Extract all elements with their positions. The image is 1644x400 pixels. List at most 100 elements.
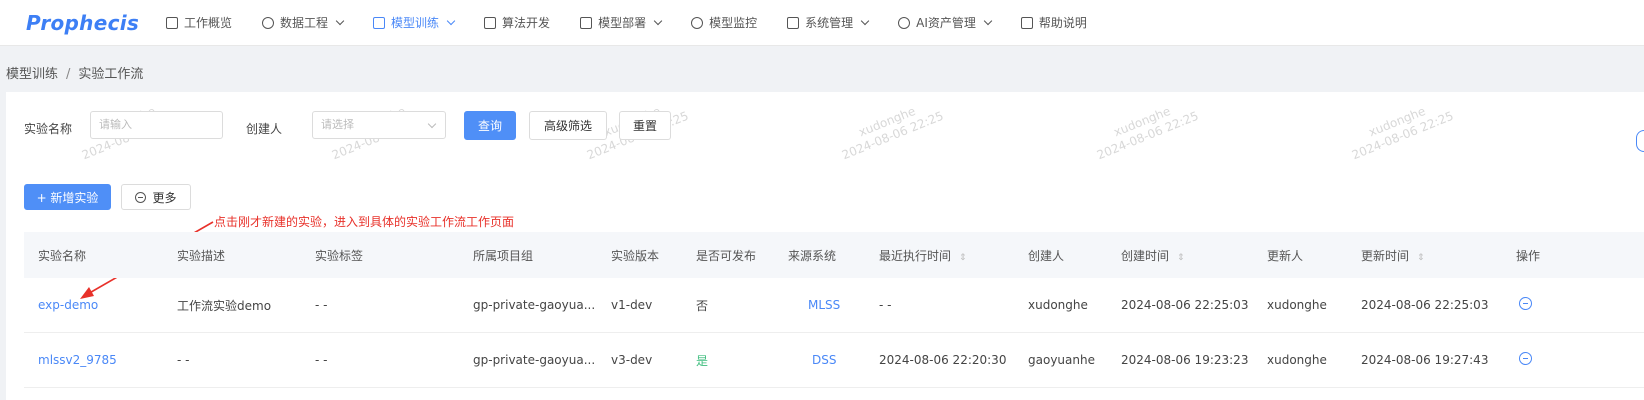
table-row: mlssv2_9785 - - - - gp-private-gaoyua...… (24, 333, 1644, 388)
nav-item-label: 算法开发 (502, 16, 551, 30)
header-source-system: 来源系统 (788, 248, 837, 263)
table-row: exp-demo 工作流实验demo - - gp-private-gaoyua… (24, 278, 1644, 333)
data-icon (262, 16, 275, 29)
sort-icon[interactable]: ⇕ (959, 253, 967, 263)
query-button[interactable]: 查询 (464, 111, 516, 140)
nav-item-data-engineering[interactable]: 数据工程 (247, 0, 358, 46)
app-logo[interactable]: Prophecis (26, 11, 151, 35)
nav-item-monitor[interactable]: 模型监控 (676, 0, 772, 46)
header-version: 实验版本 (611, 248, 660, 263)
add-experiment-button[interactable]: + 新增实验 (24, 184, 111, 210)
nav-item-model-training[interactable]: 模型训练 (358, 0, 469, 46)
cell-creator: gaoyuanhe (1028, 353, 1095, 367)
cell-publishable: 否 (696, 298, 709, 313)
cell-version: v3-dev (611, 353, 653, 367)
header-publishable: 是否可发布 (696, 248, 757, 263)
experiment-name-link[interactable]: mlssv2_9785 (38, 353, 117, 367)
cell-description: - - (177, 353, 190, 367)
header-last-run[interactable]: 最近执行时间 ⇕ (879, 247, 967, 264)
cell-description: 工作流实验demo (177, 298, 272, 313)
row-more-icon[interactable] (1519, 352, 1532, 368)
cell-version: v1-dev (611, 298, 653, 312)
cell-project-group: gp-private-gaoyua... (473, 298, 596, 312)
header-experiment-name: 实验名称 (38, 248, 87, 263)
chevron-down-icon (335, 16, 345, 25)
nav-item-help[interactable]: 帮助说明 (1006, 0, 1102, 46)
nav-item-ai-assets[interactable]: AI资产管理 (883, 0, 1006, 46)
nav-item-deploy[interactable]: 模型部署 (565, 0, 676, 46)
header-actions: 操作 (1516, 248, 1541, 263)
nav-item-label: 模型监控 (709, 16, 758, 30)
side-float-button[interactable] (1636, 130, 1644, 152)
cell-source-system: DSS (812, 353, 837, 367)
asset-icon (898, 16, 911, 29)
experiment-name-label: 实验名称 (24, 122, 73, 136)
nav-item-algorithm[interactable]: 算法开发 (469, 0, 565, 46)
nav-item-label: 数据工程 (280, 16, 329, 30)
more-button-label: 更多 (152, 190, 177, 205)
system-icon (787, 16, 800, 29)
row-more-icon[interactable] (1519, 297, 1532, 313)
header-creator: 创建人 (1028, 248, 1065, 263)
overview-icon (166, 16, 178, 29)
annotation-text: 点击刚才新建的实验，进入到具体的实验工作流工作页面 (214, 215, 515, 229)
breadcrumb: 模型训练 / 实验工作流 (6, 63, 143, 82)
nav-item-label: 模型部署 (598, 16, 647, 30)
experiment-table: 实验名称 实验描述 实验标签 所属项目组 实验版本 是否可发布 来源系统 最近执… (24, 232, 1644, 388)
nav-item-overview[interactable]: 工作概览 (151, 0, 247, 46)
chevron-down-icon (653, 16, 663, 25)
header-tags: 实验标签 (315, 248, 364, 263)
watermark: xudonghe2024-08-06 22:25 (839, 103, 946, 163)
cell-updater: xudonghe (1267, 298, 1327, 312)
deploy-icon (580, 16, 593, 29)
watermark: xudonghe2024-08-06 22:25 (1349, 103, 1456, 163)
table-header: 实验名称 实验描述 实验标签 所属项目组 实验版本 是否可发布 来源系统 最近执… (24, 232, 1644, 278)
nav-item-label: 系统管理 (805, 16, 854, 30)
chevron-down-icon (860, 16, 870, 25)
more-icon (135, 191, 147, 203)
chevron-down-icon (446, 16, 456, 25)
cell-project-group: gp-private-gaoyua... (473, 353, 596, 367)
help-icon (1020, 16, 1033, 29)
chevron-down-icon (427, 119, 437, 129)
creator-select-placeholder: 请选择 (321, 118, 354, 131)
cell-last-run: 2024-08-06 22:20:30 (879, 353, 1007, 367)
header-project-group: 所属项目组 (473, 248, 534, 263)
sort-icon[interactable]: ⇕ (1177, 253, 1185, 263)
nav-item-system[interactable]: 系统管理 (772, 0, 883, 46)
cell-tags: - - (315, 353, 328, 367)
monitor-icon (691, 16, 704, 29)
nav-item-label: 帮助说明 (1038, 16, 1087, 30)
train-icon (373, 16, 386, 29)
cell-updated-time: 2024-08-06 22:25:03 (1361, 298, 1489, 312)
nav-item-label: 模型训练 (391, 16, 440, 30)
nav-item-label: AI资产管理 (916, 16, 976, 30)
cell-updated-time: 2024-08-06 19:27:43 (1361, 353, 1489, 367)
cell-created-time: 2024-08-06 22:25:03 (1121, 298, 1249, 312)
sort-icon[interactable]: ⇕ (1417, 253, 1425, 263)
cell-last-run: - - (879, 298, 892, 312)
creator-select[interactable]: 请选择 (312, 111, 446, 139)
main-panel: xudonghe2024-08-06 22:25 xudonghe2024-08… (6, 92, 1644, 400)
breadcrumb-separator: / (66, 67, 71, 82)
creator-label: 创建人 (246, 122, 283, 136)
cell-creator: xudonghe (1028, 298, 1088, 312)
reset-button[interactable]: 重置 (619, 111, 671, 140)
cell-source-system: MLSS (808, 298, 841, 312)
cell-created-time: 2024-08-06 19:23:23 (1121, 353, 1249, 367)
header-created-time[interactable]: 创建时间 ⇕ (1121, 247, 1185, 264)
top-nav: Prophecis 工作概览 数据工程 模型训练 算法开发 模型部署 模型监控 … (0, 0, 1644, 46)
algorithm-icon (484, 16, 497, 29)
experiment-name-input[interactable]: 请输入 (90, 111, 223, 139)
more-button[interactable]: 更多 (121, 184, 191, 210)
header-updated-time[interactable]: 更新时间 ⇕ (1361, 247, 1425, 264)
watermark: xudonghe2024-08-06 22:25 (1094, 103, 1201, 163)
experiment-name-link[interactable]: exp-demo (38, 298, 98, 312)
breadcrumb-current: 实验工作流 (78, 67, 144, 82)
chevron-down-icon (983, 16, 993, 25)
advanced-filter-button[interactable]: 高级筛选 (529, 111, 607, 140)
header-updater: 更新人 (1267, 248, 1304, 263)
breadcrumb-parent[interactable]: 模型训练 (6, 67, 58, 82)
header-description: 实验描述 (177, 248, 226, 263)
cell-updater: xudonghe (1267, 353, 1327, 367)
